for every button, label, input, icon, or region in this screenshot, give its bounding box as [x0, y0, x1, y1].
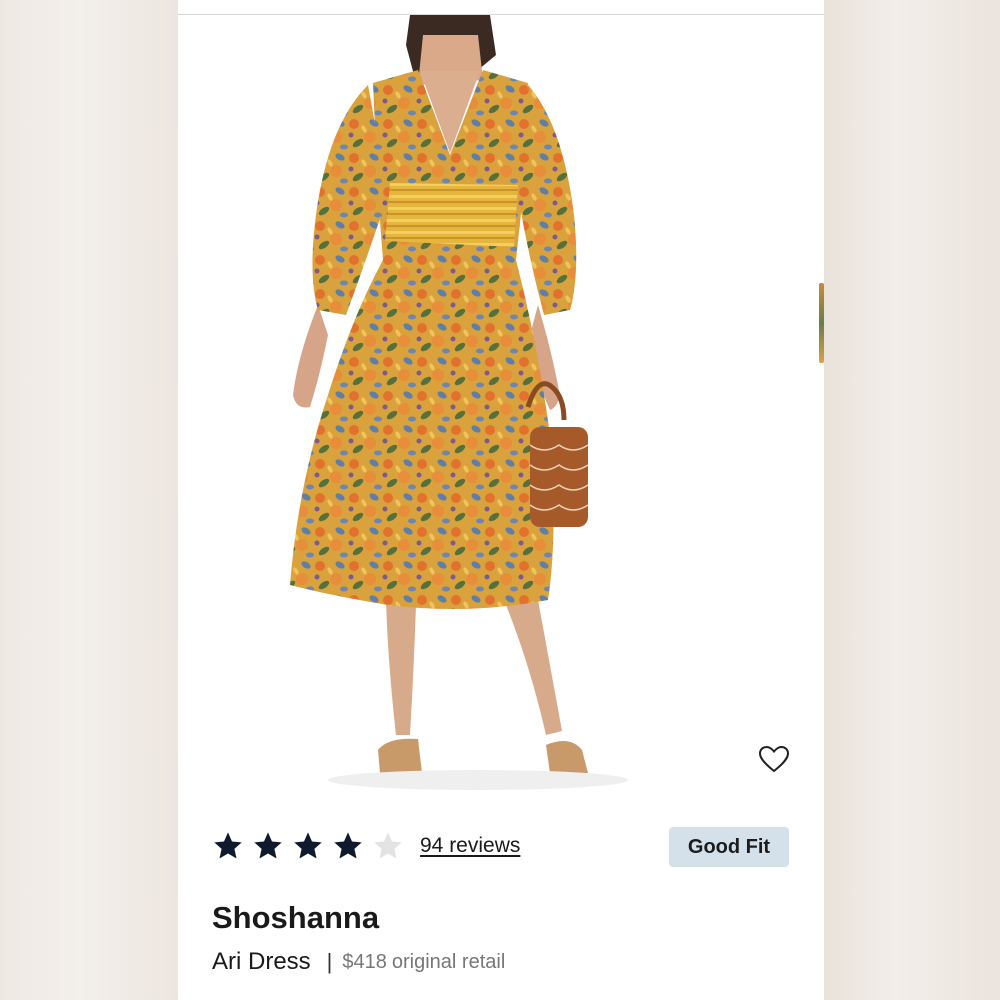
- retail-price-label: original retail: [391, 950, 506, 973]
- star-filled-icon: [334, 832, 362, 859]
- product-card: 94 reviews Good Fit Shoshanna Ari Dress …: [178, 0, 824, 1000]
- star-filled-icon: [254, 832, 282, 859]
- dress-illustration: [290, 15, 628, 790]
- fit-badge: Good Fit: [669, 827, 789, 867]
- star-empty-icon: [374, 832, 402, 859]
- rating-row: 94 reviews: [212, 826, 520, 866]
- background-right: [824, 0, 1000, 1000]
- star-filled-icon: [214, 832, 242, 859]
- separator: |: [326, 949, 333, 974]
- star-filled-icon: [294, 832, 322, 859]
- product-line: Ari Dress | $418 original retail: [212, 948, 505, 976]
- reviews-link[interactable]: 94 reviews: [420, 834, 520, 858]
- next-image-peek[interactable]: [819, 283, 824, 363]
- retail-price: $418: [342, 950, 387, 973]
- product-image[interactable]: [178, 15, 824, 800]
- brand-name[interactable]: Shoshanna: [212, 900, 379, 936]
- product-name: Ari Dress: [212, 948, 311, 975]
- star-rating: [212, 830, 412, 862]
- favorite-heart-icon[interactable]: [757, 744, 791, 774]
